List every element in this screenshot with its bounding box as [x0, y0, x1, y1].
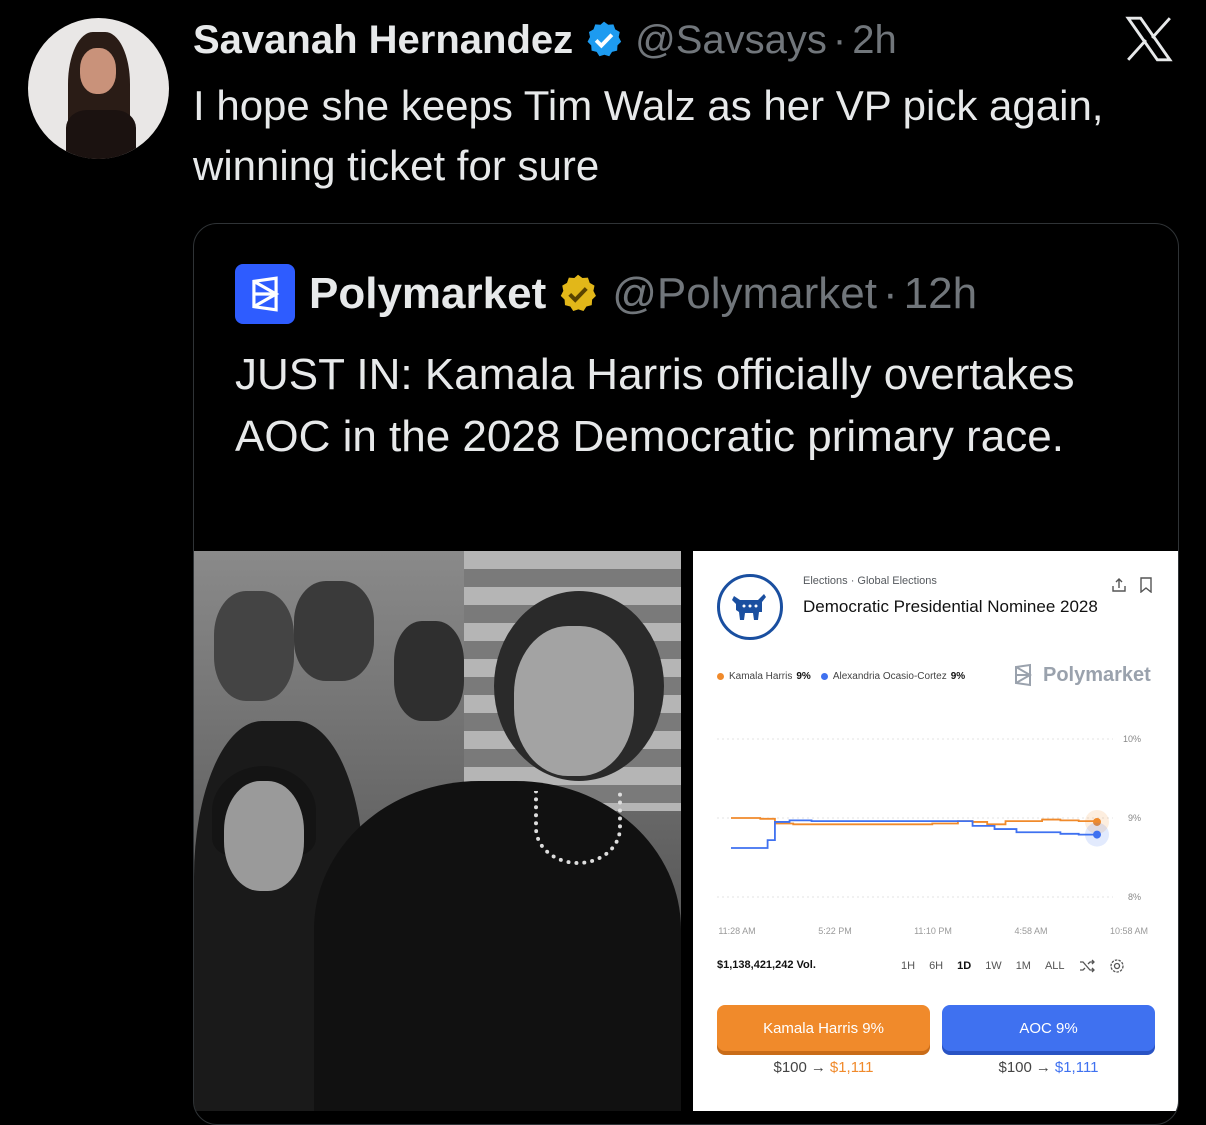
photo-background-person [294, 581, 374, 681]
gold-verified-badge-icon [561, 274, 597, 312]
tweet-header: Savanah Hernandez @Savsays · 2h [193, 14, 897, 66]
price-chart[interactable]: 10% 9% 8% 11:28 AM 5:22 PM 11:10 PM 4:58 AM 10:… [693, 711, 1179, 941]
series-endpoint [1093, 830, 1101, 839]
legend-value: 9% [796, 671, 811, 682]
harris-payout: $100 → $1,111 [717, 1059, 930, 1076]
quoted-tweet-header: Polymarket @Polymarket · 12h [235, 264, 977, 324]
buy-aoc-button[interactable]: AOC 9% [942, 1005, 1155, 1051]
x-tick-label: 4:58 AM [1014, 926, 1047, 936]
legend-dot-harris [717, 673, 724, 680]
quoted-author-handle[interactable]: @Polymarket [612, 269, 877, 319]
quoted-tweet[interactable]: Polymarket @Polymarket · 12h JUST IN: Ka… [193, 223, 1179, 1125]
avatar-face [80, 48, 116, 94]
legend-label: Alexandria Ocasio-Cortez [832, 671, 947, 682]
y-tick-label: 8% [1128, 892, 1141, 902]
market-breadcrumb: Elections · Global Elections [803, 575, 937, 587]
range-option-1h[interactable]: 1H [901, 960, 915, 972]
aoc-payout: $100 → $1,111 [942, 1059, 1155, 1076]
payout-to: $1,111 [829, 1059, 874, 1076]
polymarket-logo-icon [235, 264, 295, 324]
payout-from: $100 [773, 1059, 807, 1076]
author-handle[interactable]: @Savsays [635, 18, 827, 63]
photo-face [514, 626, 634, 776]
arrow-right-icon: → [810, 1059, 826, 1076]
payout-to: $1,111 [1054, 1059, 1099, 1076]
polymarket-watermark: Polymarket [1011, 663, 1151, 687]
photo-person-right [314, 781, 681, 1111]
legend-label: Kamala Harris [729, 671, 793, 682]
y-tick-label: 9% [1128, 813, 1141, 823]
shuffle-icon[interactable] [1079, 958, 1095, 974]
avatar-body [66, 110, 136, 159]
quoted-meta-separator: · [882, 269, 898, 318]
chart-legend: Kamala Harris 9% Alexandria Ocasio-Corte… [717, 671, 975, 682]
quoted-author-name[interactable]: Polymarket [309, 269, 546, 319]
y-tick-label: 10% [1123, 734, 1141, 744]
news-photo[interactable] [194, 551, 681, 1111]
photo-necklace [534, 791, 622, 865]
verified-badge-icon [587, 21, 622, 57]
watermark-text: Polymarket [1043, 663, 1151, 686]
photo-background-person [394, 621, 464, 721]
legend-dot-aoc [820, 673, 828, 680]
time-range-selector: 1H 6H 1D 1W 1M ALL [901, 958, 1125, 974]
range-option-1m[interactable]: 1M [1016, 960, 1031, 972]
card-actions [1111, 577, 1153, 593]
share-icon [1112, 578, 1126, 592]
market-title: Democratic Presidential Nominee 2028 [803, 597, 1098, 616]
x-tick-label: 11:28 AM [718, 926, 755, 936]
polymarket-watermark-icon [1015, 663, 1033, 687]
tweet-time[interactable]: 2h [852, 18, 897, 63]
arrow-right-icon: → [1035, 1059, 1051, 1076]
range-option-all[interactable]: ALL [1045, 960, 1065, 972]
range-option-1d[interactable]: 1D [957, 960, 971, 972]
settings-gear-icon[interactable] [1109, 958, 1125, 974]
legend-value: 9% [950, 671, 966, 682]
quoted-tweet-time[interactable]: 12h [904, 269, 977, 319]
x-tick-label: 10:58 AM [1110, 926, 1148, 936]
author-avatar[interactable] [28, 18, 169, 159]
range-option-1w[interactable]: 1W [985, 960, 1002, 972]
range-option-6h[interactable]: 6H [929, 960, 943, 972]
author-name[interactable]: Savanah Hernandez [193, 18, 573, 63]
meta-separator: · [832, 17, 847, 62]
payout-from: $100 [998, 1059, 1032, 1076]
volume-label: $1,138,421,242 Vol. [717, 959, 816, 971]
tweet-text: I hope she keeps Tim Walz as her VP pick… [193, 82, 1104, 189]
x-tick-label: 11:10 PM [914, 926, 952, 936]
market-card-image[interactable]: Elections · Global Elections Democratic … [693, 551, 1179, 1111]
democratic-donkey-icon [717, 574, 783, 640]
x-logo-icon [1125, 16, 1173, 62]
bookmark-icon [1140, 577, 1152, 593]
photo-face [224, 781, 304, 891]
x-tick-label: 5:22 PM [818, 926, 852, 936]
buy-harris-button[interactable]: Kamala Harris 9% [717, 1005, 930, 1051]
photo-background-person [214, 591, 294, 701]
quoted-tweet-text: JUST IN: Kamala Harris officially overta… [235, 350, 1075, 461]
